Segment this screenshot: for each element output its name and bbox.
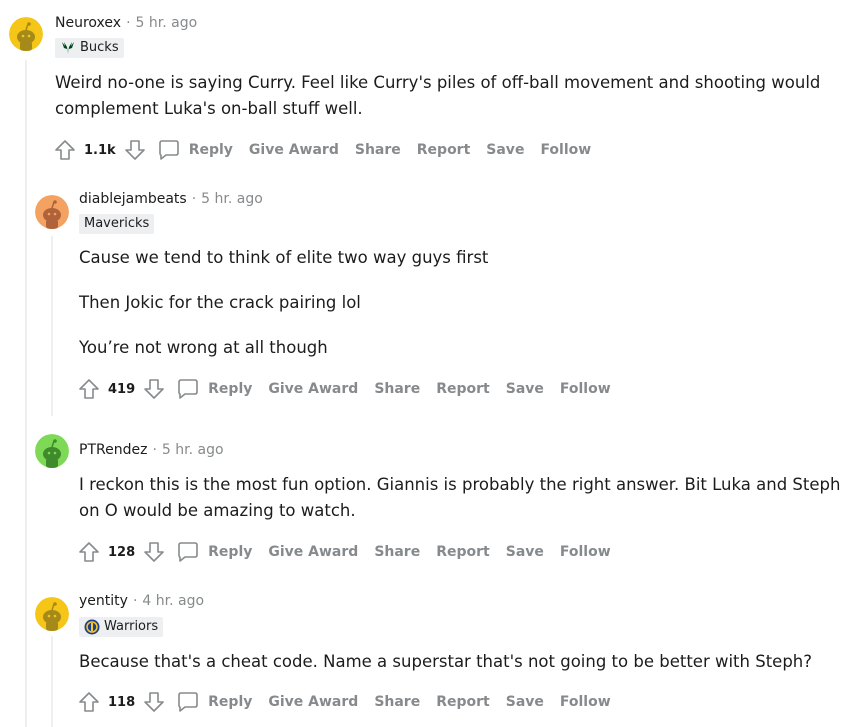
report-button[interactable]: Report — [417, 142, 471, 158]
give-award-button[interactable]: Give Award — [268, 381, 358, 397]
vote-score: 1.1k — [84, 142, 116, 158]
reply-button[interactable]: Reply — [176, 540, 268, 564]
share-button[interactable]: Share — [374, 381, 420, 397]
downvote-arrow-icon[interactable] — [123, 138, 147, 162]
reply-label: Reply — [208, 381, 253, 397]
comment-actions: 128 Reply Give Award Share Report Save F… — [77, 537, 627, 567]
snoo-avatar-icon — [35, 434, 69, 468]
comment-meta: diablejambeats · 5 hr. ago — [79, 190, 263, 208]
timestamp[interactable]: 4 hr. ago — [142, 593, 204, 609]
avatar[interactable] — [35, 434, 69, 468]
user-flair: Mavericks — [79, 214, 155, 234]
comment-paragraph: Then Jokic for the crack pairing lol — [79, 293, 361, 312]
snoo-avatar-icon — [35, 597, 69, 631]
avatar[interactable] — [9, 17, 43, 51]
save-button[interactable]: Save — [506, 694, 544, 710]
flair-label: Bucks — [80, 40, 119, 55]
timestamp[interactable]: 5 hr. ago — [136, 15, 198, 31]
comment-bubble-icon — [176, 540, 200, 564]
comment-body: Cause we tend to think of elite two way … — [79, 245, 839, 361]
give-award-button[interactable]: Give Award — [249, 142, 339, 158]
reply-button[interactable]: Reply — [176, 377, 268, 401]
share-button[interactable]: Share — [374, 694, 420, 710]
comment-bubble-icon — [176, 690, 200, 714]
downvote-arrow-icon[interactable] — [142, 377, 166, 401]
separator-dot: · — [152, 442, 157, 458]
comment-bubble-icon — [157, 138, 181, 162]
report-button[interactable]: Report — [436, 694, 490, 710]
comment-actions: 1.1k Reply Give Award Share Report Save … — [53, 135, 607, 165]
warriors-logo-icon — [84, 619, 100, 635]
flair-label: Mavericks — [84, 216, 150, 231]
downvote-arrow-icon[interactable] — [142, 690, 166, 714]
thread-line[interactable] — [25, 60, 27, 727]
bucks-logo-icon — [60, 40, 76, 56]
thread-line[interactable] — [51, 636, 53, 727]
reply-button[interactable]: Reply — [176, 690, 268, 714]
author-name[interactable]: PTRendez — [79, 442, 147, 458]
vote-score: 128 — [108, 544, 136, 560]
author-name[interactable]: diablejambeats — [79, 191, 187, 207]
share-button[interactable]: Share — [374, 544, 420, 560]
comment-paragraph: Cause we tend to think of elite two way … — [79, 248, 489, 267]
author-name[interactable]: Neuroxex — [55, 15, 121, 31]
snoo-avatar-icon — [35, 195, 69, 229]
upvote-arrow-icon[interactable] — [53, 138, 77, 162]
report-button[interactable]: Report — [436, 381, 490, 397]
comment-paragraph: You’re not wrong at all though — [79, 338, 328, 357]
comment-body: Because that's a cheat code. Name a supe… — [79, 649, 849, 675]
follow-button[interactable]: Follow — [560, 381, 611, 397]
comment-meta: Neuroxex · 5 hr. ago — [55, 14, 197, 32]
comment-meta: yentity · 4 hr. ago — [79, 592, 204, 610]
avatar[interactable] — [35, 195, 69, 229]
comment-body: I reckon this is the most fun option. Gi… — [79, 472, 849, 524]
separator-dot: · — [191, 191, 197, 207]
comment-paragraph: Because that's a cheat code. Name a supe… — [79, 652, 813, 671]
follow-button[interactable]: Follow — [560, 544, 611, 560]
user-flair: Warriors — [79, 617, 164, 637]
timestamp[interactable]: 5 hr. ago — [162, 442, 224, 458]
avatar[interactable] — [35, 597, 69, 631]
comment-body: Weird no-one is saying Curry. Feel like … — [55, 70, 845, 122]
comment-paragraph: I reckon this is the most fun option. Gi… — [79, 475, 841, 520]
upvote-arrow-icon[interactable] — [77, 377, 101, 401]
snoo-avatar-icon — [9, 17, 43, 51]
upvote-arrow-icon[interactable] — [77, 540, 101, 564]
reply-label: Reply — [208, 694, 253, 710]
comment-paragraph: Weird no-one is saying Curry. Feel like … — [55, 73, 821, 118]
vote-score: 419 — [108, 381, 136, 397]
follow-button[interactable]: Follow — [540, 142, 591, 158]
timestamp[interactable]: 5 hr. ago — [201, 191, 263, 207]
separator-dot: · — [132, 593, 138, 609]
comment-bubble-icon — [176, 377, 200, 401]
comment-meta: PTRendez · 5 hr. ago — [79, 441, 224, 459]
save-button[interactable]: Save — [486, 142, 524, 158]
comment-actions: 419 Reply Give Award Share Report Save F… — [77, 374, 627, 404]
save-button[interactable]: Save — [506, 381, 544, 397]
flair-label: Warriors — [104, 619, 159, 634]
report-button[interactable]: Report — [436, 544, 490, 560]
reply-button[interactable]: Reply — [157, 138, 249, 162]
share-button[interactable]: Share — [355, 142, 401, 158]
save-button[interactable]: Save — [506, 544, 544, 560]
user-flair: Bucks — [55, 38, 124, 58]
downvote-arrow-icon[interactable] — [142, 540, 166, 564]
thread-line[interactable] — [51, 236, 53, 416]
follow-button[interactable]: Follow — [560, 694, 611, 710]
comment-actions: 118 Reply Give Award Share Report Save F… — [77, 687, 627, 717]
give-award-button[interactable]: Give Award — [268, 544, 358, 560]
author-name[interactable]: yentity — [79, 593, 128, 609]
vote-score: 118 — [108, 694, 136, 710]
give-award-button[interactable]: Give Award — [268, 694, 358, 710]
separator-dot: · — [126, 15, 131, 31]
reply-label: Reply — [208, 544, 253, 560]
reply-label: Reply — [188, 142, 233, 158]
upvote-arrow-icon[interactable] — [77, 690, 101, 714]
